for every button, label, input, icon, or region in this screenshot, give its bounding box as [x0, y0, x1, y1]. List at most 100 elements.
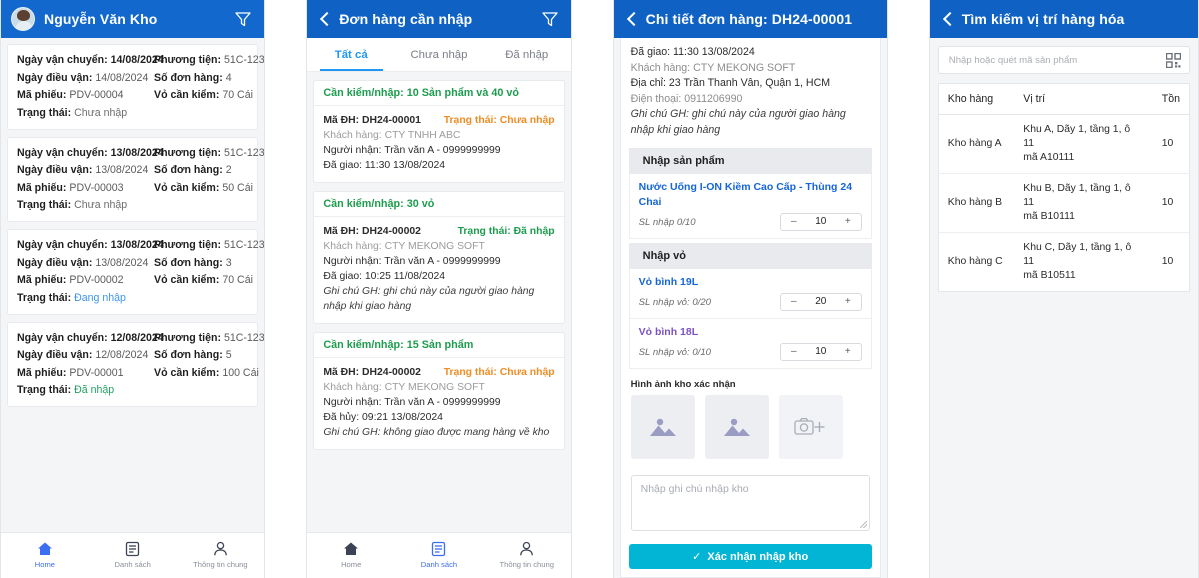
shell-check: Vỏ cần kiểm: 50 Cái — [154, 181, 253, 194]
cell-warehouse: Kho hàng A — [938, 114, 1015, 174]
shell-row[interactable]: Vỏ bình 19L SL nhập vỏ: 0/20 – 20 + — [628, 269, 872, 319]
nav-item-home[interactable]: Home — [1, 541, 89, 570]
nav-item-profile[interactable]: Thông tin chung — [483, 541, 571, 570]
order-summary: Cần kiểm/nhập: 15 Sản phẩm — [314, 333, 564, 358]
panel2-title: Đơn hàng cần nhập — [339, 11, 473, 27]
dispatch-date-value: 13/08/2024 — [95, 256, 149, 269]
status-label: Trạng thái: — [17, 106, 72, 119]
warehouse-note-input[interactable]: Nhập ghi chú nhập kho — [630, 475, 870, 531]
phone-line: Điện thoại: 0911206990 — [630, 92, 743, 105]
stepper-value[interactable]: 20 — [807, 294, 835, 310]
image-placeholder-icon[interactable] — [630, 395, 695, 459]
back-chevron-icon[interactable] — [940, 11, 956, 27]
filter-icon[interactable] — [539, 9, 561, 29]
shell-name[interactable]: Vỏ bình 18L — [639, 325, 862, 340]
product-row[interactable]: Nước Uống I-ON Kiềm Cao Cấp - Thùng 24 C… — [628, 174, 872, 239]
tab-not-received[interactable]: Chưa nhập — [395, 38, 483, 71]
shipment-card[interactable]: Ngày vận chuyển: 13/08/2024 Phương tiện:… — [7, 229, 264, 315]
shell-name[interactable]: Vỏ bình 19L — [639, 275, 862, 290]
slip-code: Mã phiếu: PDV-00001 — [17, 366, 124, 379]
order-note: Ghi chú GH: không giao được mang hàng về… — [323, 427, 550, 438]
table-row[interactable]: Kho hàng A Khu A, Dãy 1, tầng 1, ô 11 mã… — [938, 114, 1190, 174]
table-row[interactable]: Kho hàng C Khu C, Dãy 1, tầng 1, ô 11 mã… — [938, 233, 1189, 292]
column-header-warehouse: Kho hàng — [938, 83, 1015, 115]
order-card[interactable]: Cần kiểm/nhập: 10 Sản phẩm và 40 vỏ Mã Đ… — [313, 80, 565, 183]
shipment-date: Ngày vận chuyển: 14/08/2024 — [17, 53, 164, 67]
slip-code-value: PDV-00003 — [69, 181, 124, 194]
camera-add-icon[interactable] — [778, 395, 843, 459]
nav-item-list[interactable]: Danh sách — [395, 541, 483, 570]
stepper-minus[interactable]: – — [781, 344, 807, 360]
order-customer: Khách hàng: CTY MEKONG SOFT — [323, 382, 485, 393]
screenshot-stage: Nguyễn Văn Kho Ngày vận chuyển: 14/08/20… — [0, 0, 1199, 578]
nav-item-list[interactable]: Danh sách — [89, 541, 177, 570]
nav-item-profile[interactable]: Thông tin chung — [177, 541, 265, 570]
shipment-card[interactable]: Ngày vận chuyển: 13/08/2024 Phương tiện:… — [7, 136, 264, 222]
back-chevron-icon[interactable] — [624, 11, 640, 27]
vehicle-label: Phương tiện: — [154, 54, 221, 66]
order-count-value: 5 — [225, 349, 232, 361]
order-code-label: Mã ĐH: — [323, 115, 360, 126]
search-bar[interactable] — [937, 46, 1190, 74]
list-icon — [395, 541, 483, 558]
shipment-card[interactable]: Ngày vận chuyển: 12/08/2024 Phương tiện:… — [7, 321, 264, 407]
back-chevron-icon[interactable] — [317, 11, 333, 27]
cell-warehouse: Kho hàng C — [947, 256, 1003, 267]
stepper-value[interactable]: 10 — [807, 214, 835, 230]
cell-position: Khu A, Dãy 1, tầng 1, ô 11 mã A10111 — [1014, 114, 1153, 174]
confirm-receive-button[interactable]: ✓ Xác nhận nhập kho — [628, 544, 872, 569]
order-summary: Cần kiểm/nhập: 10 Sản phẩm và 40 vỏ — [314, 81, 564, 106]
quantity-stepper[interactable]: – 10 + — [779, 343, 862, 361]
home-icon — [307, 541, 395, 558]
stepper-minus[interactable]: – — [781, 294, 807, 310]
cell-stock: 10 — [1152, 173, 1190, 233]
nav-item-list-label: Danh sách — [114, 560, 151, 569]
order-receiver-value: Trần văn A - 0999999999 — [384, 397, 501, 408]
panel1-body: Ngày vận chuyển: 14/08/2024 Phương tiện:… — [1, 38, 265, 532]
nav-item-profile-label: Thông tin chung — [499, 560, 554, 569]
order-count: Số đơn hàng: 3 — [154, 256, 232, 269]
home-icon — [1, 541, 89, 558]
table-row[interactable]: Kho hàng B Khu B, Dãy 1, tầng 1, ô 11 mã… — [938, 173, 1190, 233]
order-code-value: DH24-00001 — [362, 115, 421, 126]
order-card[interactable]: Cần kiểm/nhập: 30 vỏ Mã ĐH: DH24-00002 T… — [313, 191, 565, 324]
status: Trạng thái: Đang nhập — [17, 291, 126, 304]
stepper-value[interactable]: 10 — [807, 344, 835, 360]
nav-item-home[interactable]: Home — [307, 541, 395, 570]
shell-qty-label: SL nhập vỏ: 0/10 — [638, 346, 711, 358]
order-status-label: Trạng thái: — [443, 115, 497, 126]
order-card[interactable]: Cần kiểm/nhập: 15 Sản phẩm Mã ĐH: DH24-0… — [313, 332, 565, 450]
cell-position: Khu C, Dãy 1, tầng 1, ô 11 mã B10511 — [1014, 233, 1152, 292]
location-table: Kho hàng Vị trí Tồn Kho hàng A Khu A, Dã… — [937, 83, 1190, 292]
product-name[interactable]: Nước Uống I-ON Kiềm Cao Cấp - Thùng 24 C… — [639, 180, 862, 210]
filter-icon[interactable] — [232, 9, 254, 29]
column-header-stock: Tồn — [1152, 83, 1190, 115]
stepper-plus[interactable]: + — [835, 294, 861, 310]
user-avatar-photo[interactable] — [11, 7, 35, 31]
stepper-plus[interactable]: + — [835, 214, 861, 230]
qr-scan-icon[interactable] — [1165, 52, 1182, 68]
quantity-stepper[interactable]: – 20 + — [779, 293, 862, 311]
shell-check-value: 70 Cái — [222, 274, 253, 286]
stepper-plus[interactable]: + — [835, 344, 861, 360]
order-time: Đã giao: 10:25 11/08/2024 — [323, 271, 446, 282]
image-placeholder-icon[interactable] — [704, 395, 769, 459]
panel3-header: Chi tiết đơn hàng: DH24-00001 — [613, 0, 887, 38]
vehicle-value: 51C-123.45 — [223, 331, 265, 344]
search-input[interactable] — [946, 53, 1166, 67]
shipment-card[interactable]: Ngày vận chuyển: 14/08/2024 Phương tiện:… — [7, 44, 264, 130]
order-time: Đã hủy: 09:21 13/08/2024 — [323, 412, 443, 423]
shell-check-value: 70 Cái — [222, 89, 253, 101]
slip-code-value: PDV-00004 — [69, 89, 124, 101]
stepper-minus[interactable]: – — [781, 214, 807, 230]
panel2-body: Tất cả Chưa nhập Đã nhập Cần kiểm/nhập: … — [307, 38, 571, 532]
slip-code: Mã phiếu: PDV-00002 — [17, 274, 124, 286]
shell-row[interactable]: Vỏ bình 18L SL nhập vỏ: 0/10 – 10 + — [628, 319, 872, 369]
dispatch-date: Ngày điều vận: 13/08/2024 — [17, 256, 149, 269]
shell-qty-label: SL nhập vỏ: 0/20 — [638, 296, 711, 308]
quantity-stepper[interactable]: – 10 + — [779, 213, 862, 231]
order-customer-value: CTY MEKONG SOFT — [384, 382, 485, 393]
tab-received[interactable]: Đã nhập — [483, 38, 571, 71]
tab-all[interactable]: Tất cả — [307, 38, 395, 71]
images-label: Hình ảnh kho xác nhận — [630, 379, 736, 390]
